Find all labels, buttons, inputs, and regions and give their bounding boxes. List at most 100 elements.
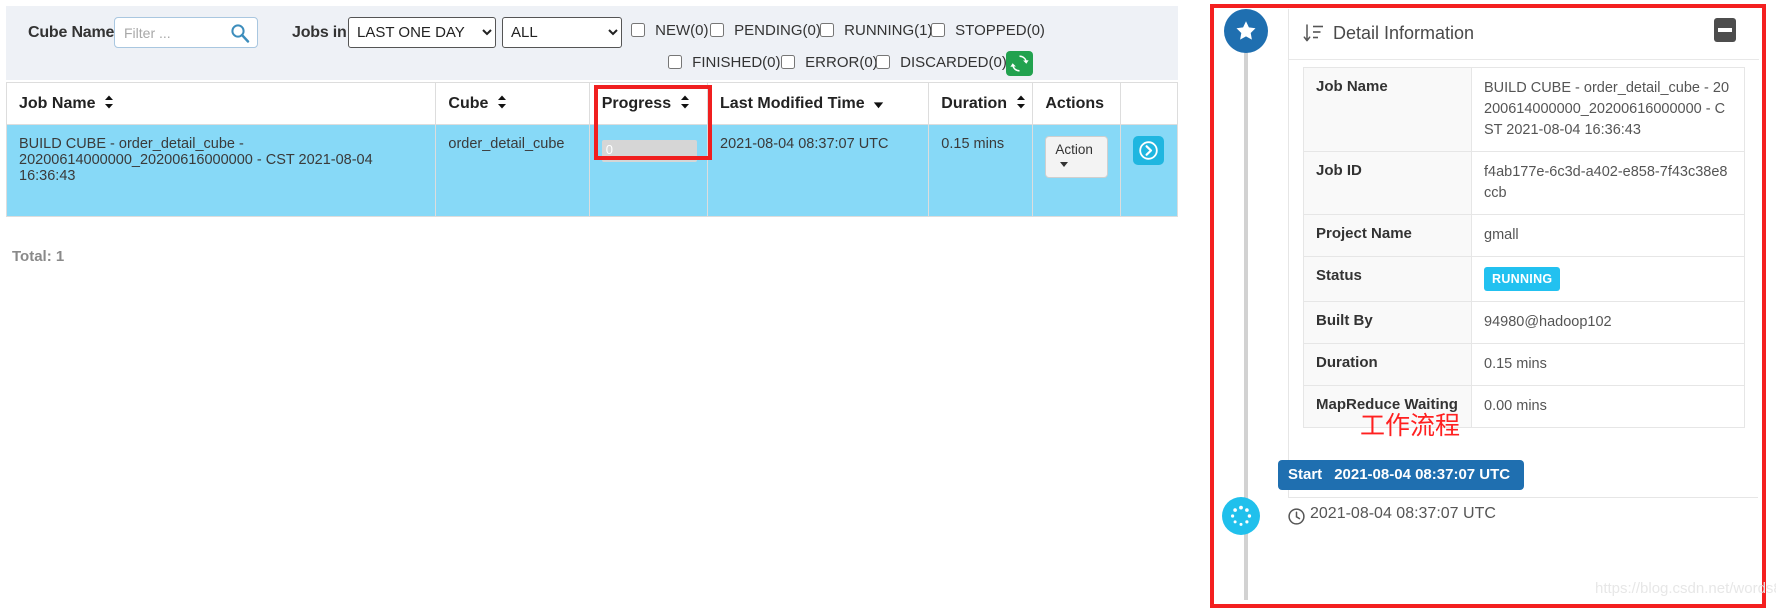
- detail-row-job-name: Job Name BUILD CUBE - order_detail_cube …: [1303, 66, 1745, 153]
- cell-actions: Action: [1032, 124, 1121, 217]
- sort-desc-icon[interactable]: [873, 96, 884, 114]
- checkbox-finished-input[interactable]: [668, 55, 682, 69]
- detail-table: Job Name BUILD CUBE - order_detail_cube …: [1303, 66, 1745, 429]
- action-dropdown-button[interactable]: Action: [1045, 136, 1108, 178]
- progress-value: 0: [605, 142, 613, 157]
- sort-both-icon[interactable]: [497, 95, 507, 114]
- checkbox-discarded[interactable]: DISCARDED(0): [876, 54, 1007, 71]
- detail-value: f4ab177e-6c3d-a402-e858-7f43c38e8ccb: [1471, 151, 1745, 216]
- detail-key: Job Name: [1303, 66, 1472, 153]
- cell-drill: [1119, 124, 1179, 217]
- detail-value-cell: RUNNING: [1471, 256, 1745, 303]
- checkbox-pending[interactable]: PENDING(0): [710, 22, 821, 39]
- checkbox-finished[interactable]: FINISHED(0): [668, 54, 781, 71]
- detail-key: Status: [1303, 256, 1472, 303]
- detail-row-status: Status RUNNING: [1303, 256, 1745, 303]
- minimize-bar: [1718, 28, 1732, 32]
- sort-both-icon[interactable]: [680, 95, 690, 114]
- detail-row-duration: Duration 0.15 mins: [1303, 343, 1745, 387]
- jobs-list-panel: Cube Name: Jobs in: LAST ONE DAY A: [0, 0, 1179, 613]
- time-range-select[interactable]: LAST ONE DAY: [348, 17, 496, 48]
- jobs-table-header-row: Job Name Cube Progress Last Modified Tim…: [5, 82, 1179, 125]
- checkbox-new-input[interactable]: [631, 23, 645, 37]
- detail-value: BUILD CUBE - order_detail_cube - 2020061…: [1471, 66, 1745, 153]
- checkbox-discarded-input[interactable]: [876, 55, 890, 69]
- start-time: 2021-08-04 08:37:07 UTC: [1334, 466, 1511, 483]
- sort-both-icon[interactable]: [1016, 95, 1026, 114]
- detail-card: Detail Information Job Name BUILD CUBE -…: [1288, 9, 1759, 498]
- table-row[interactable]: BUILD CUBE - order_detail_cube - 2020061…: [5, 124, 1179, 217]
- detail-key: Built By: [1303, 301, 1472, 345]
- column-header-progress[interactable]: Progress: [588, 82, 709, 125]
- jobs-in-label: Jobs in:: [292, 24, 352, 41]
- checkbox-error-label: ERROR(0): [805, 54, 878, 71]
- column-header-duration[interactable]: Duration: [928, 82, 1034, 125]
- detail-information-panel: Detail Information Job Name BUILD CUBE -…: [1210, 4, 1766, 608]
- detail-key: Duration: [1303, 343, 1472, 387]
- chevron-down-icon: [1060, 162, 1069, 167]
- detail-value: 94980@hadoop102: [1471, 301, 1745, 345]
- column-header-last-modified-time[interactable]: Last Modified Time: [707, 82, 930, 125]
- star-icon: [1236, 21, 1256, 40]
- filter-toolbar: Cube Name: Jobs in: LAST ONE DAY A: [6, 6, 1178, 80]
- running-step-badge: [1222, 497, 1260, 535]
- detail-row-project-name: Project Name gmall: [1303, 214, 1745, 258]
- search-icon[interactable]: [230, 23, 250, 43]
- column-label: Actions: [1045, 94, 1105, 112]
- chevron-right-circle-icon[interactable]: [1132, 136, 1164, 165]
- detail-key: Project Name: [1303, 214, 1472, 258]
- cube-name-filter-wrapper[interactable]: [114, 17, 258, 48]
- watermark-text: https://blog.csdn.net/words8: [1595, 580, 1776, 597]
- clock-icon: [1288, 508, 1305, 530]
- checkbox-finished-label: FINISHED(0): [692, 54, 781, 71]
- checkbox-running[interactable]: RUNNING(1): [820, 22, 933, 39]
- sort-both-icon[interactable]: [104, 95, 114, 114]
- detail-key: Job ID: [1303, 151, 1472, 216]
- checkbox-new[interactable]: NEW(0): [631, 22, 709, 39]
- star-badge: [1224, 9, 1268, 53]
- spinner-icon: [1231, 505, 1252, 526]
- screen-root: Cube Name: Jobs in: LAST ONE DAY A: [0, 0, 1776, 613]
- progress-bar: 0: [601, 140, 697, 162]
- refresh-button[interactable]: [1006, 51, 1033, 76]
- cell-job-name: BUILD CUBE - order_detail_cube - 2020061…: [5, 124, 437, 217]
- column-header-cube[interactable]: Cube: [435, 82, 590, 125]
- cell-progress: 0: [588, 124, 709, 217]
- checkbox-stopped-input[interactable]: [931, 23, 945, 37]
- detail-row-job-id: Job ID f4ab177e-6c3d-a402-e858-7f43c38e8…: [1303, 151, 1745, 216]
- filter-row-primary: Cube Name: Jobs in: LAST ONE DAY A: [6, 17, 1178, 50]
- page-title: Detail Information: [1333, 23, 1475, 43]
- checkbox-pending-label: PENDING(0): [734, 22, 821, 39]
- sort-list-icon: [1303, 22, 1325, 49]
- column-label: Duration: [941, 95, 1008, 112]
- column-header-actions: Actions: [1032, 82, 1121, 125]
- cell-cube: order_detail_cube: [435, 124, 590, 217]
- status-select[interactable]: ALL: [502, 17, 622, 48]
- checkbox-error[interactable]: ERROR(0): [781, 54, 878, 71]
- filter-row-secondary: FINISHED(0) ERROR(0) DISCARDED(0): [6, 50, 1178, 82]
- action-dropdown-label: Action: [1055, 142, 1093, 157]
- checkbox-running-label: RUNNING(1): [844, 22, 933, 39]
- checkbox-error-input[interactable]: [781, 55, 795, 69]
- checkbox-running-input[interactable]: [820, 23, 834, 37]
- cube-name-label: Cube Name:: [28, 24, 120, 41]
- refresh-icon: [1010, 55, 1029, 72]
- status-badge: RUNNING: [1484, 267, 1561, 292]
- detail-value: gmall: [1471, 214, 1745, 258]
- jobs-table: Job Name Cube Progress Last Modified Tim…: [5, 82, 1179, 217]
- column-header-job-name[interactable]: Job Name: [5, 82, 437, 125]
- minimize-icon[interactable]: [1714, 18, 1736, 42]
- column-label: Job Name: [19, 95, 96, 112]
- search-input[interactable]: [122, 21, 227, 44]
- checkbox-stopped[interactable]: STOPPED(0): [931, 22, 1045, 39]
- total-count-label: Total: 1: [12, 248, 65, 265]
- detail-value: 0.00 mins: [1471, 385, 1745, 429]
- start-label: Start: [1288, 466, 1323, 483]
- workflow-annotation: 工作流程: [1360, 411, 1461, 440]
- checkbox-pending-input[interactable]: [710, 23, 724, 37]
- cell-duration: 0.15 mins: [928, 124, 1034, 217]
- step-timestamp: 2021-08-04 08:37:07 UTC: [1310, 505, 1496, 522]
- column-label: Progress: [601, 95, 672, 112]
- detail-value: 0.15 mins: [1471, 343, 1745, 387]
- detail-row-built-by: Built By 94980@hadoop102: [1303, 301, 1745, 345]
